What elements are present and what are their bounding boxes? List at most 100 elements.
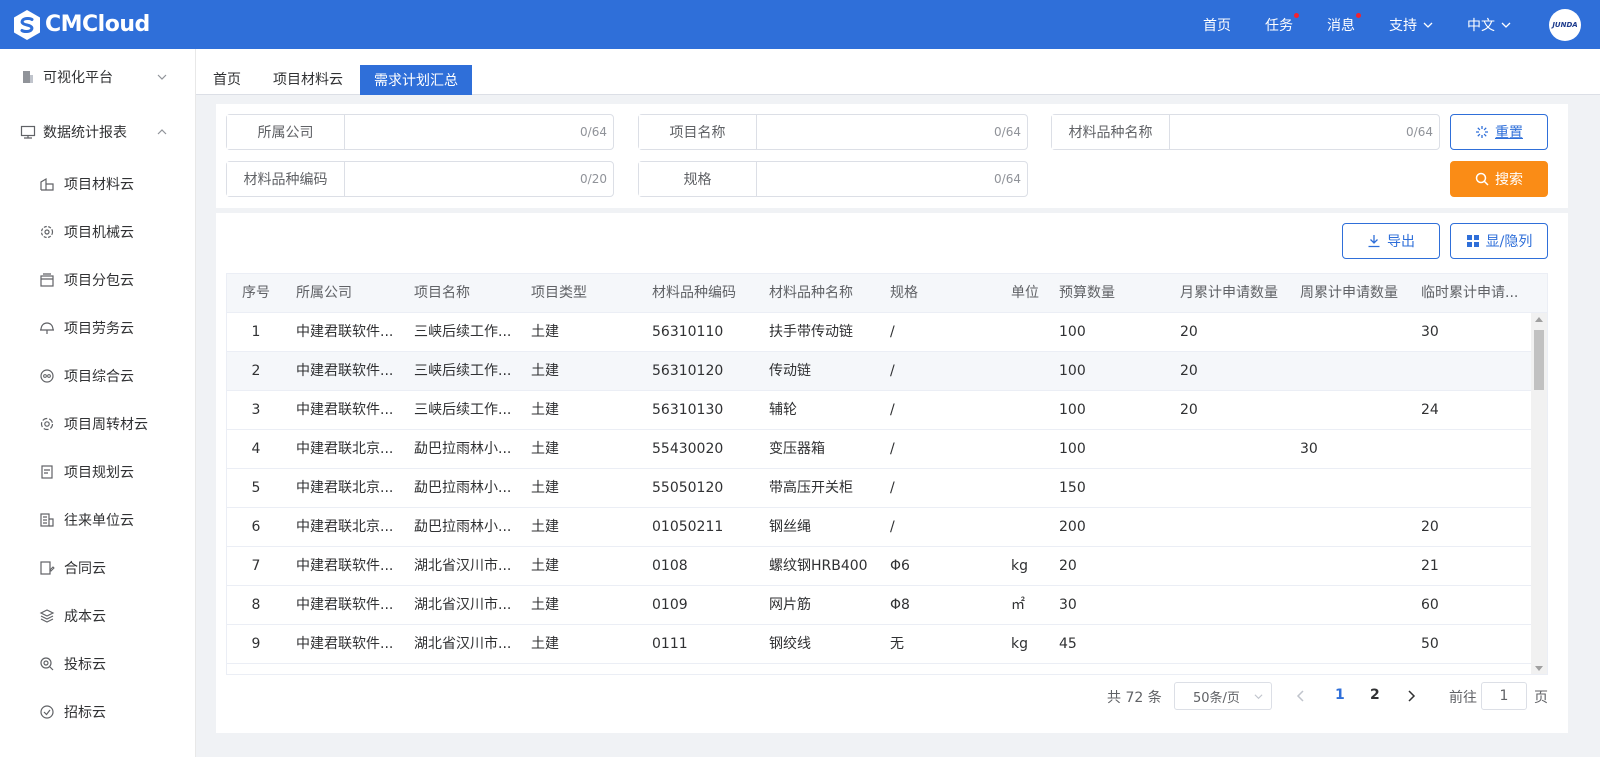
logo-text: CMCloud	[45, 12, 150, 37]
nav-home[interactable]: 首页	[1203, 15, 1231, 35]
table-cell: 20	[1421, 519, 1439, 535]
sidebar-item-tender[interactable]: 招标云	[0, 692, 196, 732]
company-field-label: 所属公司	[227, 115, 345, 149]
package-icon	[40, 273, 54, 287]
avatar[interactable]: JUNDA	[1549, 8, 1581, 41]
sidebar-group-label: 可视化平台	[43, 70, 113, 86]
tab-demand-plan-summary[interactable]: 需求计划汇总	[360, 65, 472, 95]
nav-tasks[interactable]: 任务	[1265, 12, 1299, 35]
table-row[interactable]: 3 中建君联软件... 三峡后续工作... 土建 56310130 辅轮 / 100 20 24	[227, 391, 1533, 430]
table-row[interactable]: 5 中建君联北京... 勐巴拉雨林小... 土建 55050120 带高压开关柜 / 150	[227, 469, 1533, 508]
sidebar-item-material[interactable]: 项目材料云	[0, 164, 196, 204]
sidebar-item-label: 项目机械云	[64, 225, 134, 241]
sidebar-item-label: 项目规划云	[64, 465, 134, 481]
table-row[interactable]: 6 中建君联北京... 勐巴拉雨林小... 土建 01050211 钢丝绳 / 200 20	[227, 508, 1533, 547]
table-row[interactable]: 1 中建君联软件... 三峡后续工作... 土建 56310110 扶手带传动链 / 100 2…	[227, 313, 1533, 352]
table-cell: 土建	[531, 324, 559, 340]
cmcloud-logo[interactable]: CMCloud	[11, 9, 150, 41]
table-row[interactable]: 8 中建君联软件... 湖北省汉川市... 土建 0109 网片筋 Φ8 ㎡ 30 60	[227, 586, 1533, 625]
search-button[interactable]: 搜索	[1450, 161, 1548, 197]
sidebar-group-visual-platform[interactable]: 可视化平台	[0, 57, 196, 97]
sidebar-item-bid[interactable]: 投标云	[0, 644, 196, 684]
project-name-input[interactable]: 0/64	[757, 115, 1027, 149]
table-cell	[1421, 352, 1529, 391]
prev-page-icon[interactable]	[1294, 687, 1308, 705]
sidebar-item-turnover[interactable]: 项目周转材云	[0, 404, 196, 444]
sidebar-item-label: 项目周转材云	[64, 417, 148, 433]
column-header: 临时累计申请...	[1421, 285, 1519, 301]
toggle-columns-button[interactable]: 显/隐列	[1450, 223, 1548, 259]
table-cell: 无	[890, 636, 904, 652]
table-cell: 中建君联北京...	[296, 480, 394, 496]
spec-input[interactable]: 0/64	[757, 162, 1027, 196]
material-name-input[interactable]: 0/64	[1170, 115, 1439, 149]
tab-label: 需求计划汇总	[374, 73, 458, 89]
table-cell	[1421, 469, 1529, 508]
nav-tasks-label: 任务	[1265, 17, 1293, 34]
table-cell: 4	[251, 441, 261, 457]
sidebar-item-partners[interactable]: 往来单位云	[0, 500, 196, 540]
tab-material-cloud[interactable]: 项目材料云	[268, 65, 348, 95]
table-cell: 100	[1059, 402, 1086, 418]
table-cell: 传动链	[769, 363, 811, 379]
reset-button[interactable]: 重置	[1450, 114, 1548, 150]
sidebar-item-contract[interactable]: 合同云	[0, 548, 196, 588]
page-size-select[interactable]: 50条/页	[1174, 682, 1272, 710]
table-cell: 60	[1421, 597, 1439, 613]
nav-messages[interactable]: 消息	[1327, 12, 1361, 35]
table-cell	[1300, 586, 1415, 625]
tab-home[interactable]: 首页	[206, 65, 248, 95]
building-icon	[23, 71, 33, 83]
table-cell: 钢绞线	[769, 636, 811, 652]
sidebar-item-subcontract[interactable]: 项目分包云	[0, 260, 196, 300]
sidebar-item-cost[interactable]: 成本云	[0, 596, 196, 636]
table-cell: 200	[1059, 519, 1086, 535]
sidebar-group-data-report[interactable]: 数据统计报表	[0, 112, 196, 152]
scroll-down-icon[interactable]	[1535, 666, 1543, 671]
export-button[interactable]: 导出	[1342, 223, 1440, 259]
table-row[interactable]: 7 中建君联软件... 湖北省汉川市... 土建 0108 螺纹钢HRB400 Φ6 kg 20…	[227, 547, 1533, 586]
table-cell: 50	[1421, 636, 1439, 652]
goto-page-input[interactable]: 1	[1481, 682, 1527, 710]
plan-icon	[41, 465, 53, 479]
cycle-icon	[40, 417, 54, 431]
sidebar-item-labor[interactable]: 项目劳务云	[0, 308, 196, 348]
material-code-input[interactable]: 0/20	[345, 162, 613, 196]
sidebar-item-planning[interactable]: 项目规划云	[0, 452, 196, 492]
table-row[interactable]: 2 中建君联软件... 三峡后续工作... 土建 56310120 传动链 / 100 20	[227, 352, 1533, 391]
company-input[interactable]: 0/64	[345, 115, 613, 149]
table-cell: 中建君联软件...	[296, 363, 394, 379]
table-cell: 45	[1059, 636, 1077, 652]
table-cell: /	[890, 324, 895, 340]
table-cell: 土建	[531, 636, 559, 652]
sidebar-item-composite[interactable]: 项目综合云	[0, 356, 196, 396]
sidebar-item-label: 合同云	[64, 561, 106, 577]
table-cell: 0108	[652, 558, 688, 574]
table-cell: 辅轮	[769, 402, 797, 418]
nav-language[interactable]: 中文	[1467, 15, 1511, 35]
table-cell: 土建	[531, 402, 559, 418]
table-cell	[1421, 430, 1529, 469]
chevron-up-icon	[157, 129, 167, 135]
nav-support[interactable]: 支持	[1389, 15, 1433, 35]
table-cell: 0111	[652, 636, 688, 652]
table-row[interactable]: 9 中建君联软件... 湖北省汉川市... 土建 0111 钢绞线 无 kg 45 50	[227, 625, 1533, 664]
search-panel: 所属公司 0/64 项目名称 0/64 材料品种名称 0/64 材料品种编码 0…	[216, 104, 1568, 208]
table-scrollbar[interactable]	[1531, 313, 1547, 674]
next-page-icon[interactable]	[1404, 687, 1418, 705]
column-header: 序号	[242, 285, 270, 301]
table-cell: 20	[1180, 363, 1198, 379]
table-row[interactable]: 4 中建君联北京... 勐巴拉雨林小... 土建 55430020 变压器箱 / 100 30	[227, 430, 1533, 469]
table-cell	[1180, 547, 1295, 586]
table-cell: 0109	[652, 597, 688, 613]
table-cell	[1300, 391, 1415, 430]
spec-field: 规格 0/64	[638, 161, 1028, 197]
page-number-2[interactable]: 2	[1370, 687, 1380, 703]
tender-icon	[40, 705, 54, 719]
table-cell: 中建君联软件...	[296, 597, 394, 613]
page-number-1[interactable]: 1	[1335, 687, 1345, 703]
search-label: 搜索	[1495, 172, 1523, 188]
sidebar-item-machinery[interactable]: 项目机械云	[0, 212, 196, 252]
scroll-up-icon[interactable]	[1535, 317, 1543, 322]
scrollbar-thumb[interactable]	[1534, 330, 1544, 390]
